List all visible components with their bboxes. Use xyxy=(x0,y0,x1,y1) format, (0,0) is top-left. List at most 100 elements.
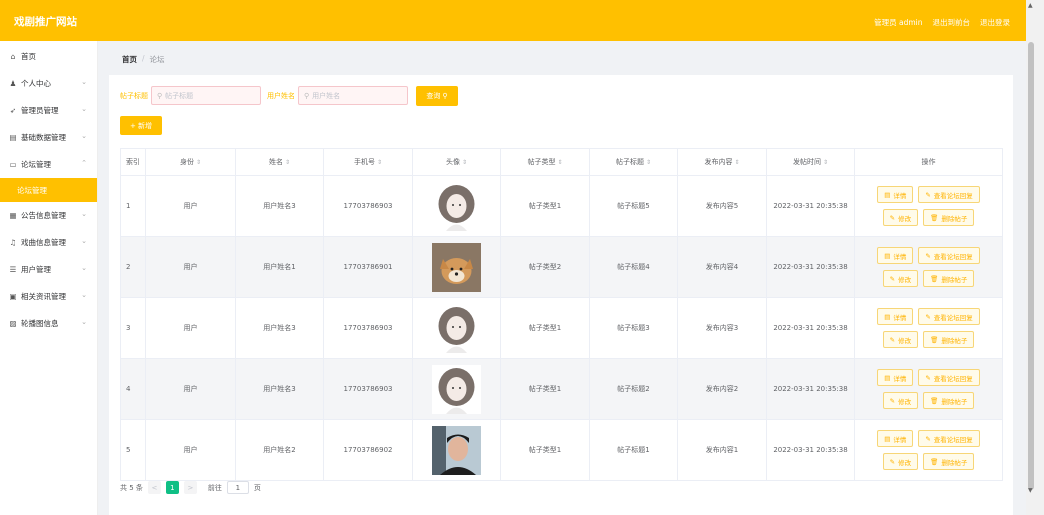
sidebar-item-forum[interactable]: ▭ 论坛管理 ⌃ xyxy=(0,151,97,178)
avatar[interactable] xyxy=(432,425,481,475)
back-to-front-link[interactable]: 退出到前台 xyxy=(933,17,971,28)
chevron-down-icon: ⌄ xyxy=(81,291,87,299)
scroll-down-arrow-icon[interactable]: ▼ xyxy=(1028,487,1033,494)
edit-button[interactable]: ✎ 修改 xyxy=(882,453,919,470)
cell-index: 5 xyxy=(120,419,146,481)
pager-page-unit: 页 xyxy=(253,483,261,492)
image-icon: ▨ xyxy=(9,319,17,328)
sidebar-item-users[interactable]: ☰ 用户管理 ⌄ xyxy=(0,256,97,283)
add-button[interactable]: + 新增 xyxy=(120,116,162,135)
col-header-title[interactable]: 帖子标题 ⇕ xyxy=(589,148,678,176)
sidebar-item-basic-data[interactable]: ▤ 基础数据管理 ⌄ xyxy=(0,124,97,151)
header-actions: 管理员 admin 退出到前台 退出登录 xyxy=(874,17,1010,28)
document-icon: ▤ xyxy=(884,190,891,199)
pager-page-1[interactable]: 1 xyxy=(165,481,179,494)
view-reply-button[interactable]: ✎ 查看论坛回复 xyxy=(918,186,980,203)
breadcrumb-separator: / xyxy=(142,54,145,63)
cell-avatar xyxy=(412,358,501,420)
col-header-role[interactable]: 身份 ⇕ xyxy=(145,148,236,176)
edit-button[interactable]: ✎ 修改 xyxy=(882,270,919,287)
detail-button[interactable]: ▤ 详情 xyxy=(877,430,914,447)
sidebar-item-personal[interactable]: ♟ 个人中心 ⌄ xyxy=(0,70,97,97)
cell-ops: ▤ 详情 ✎ 查看论坛回复 ✎ 修改 🗑 删除帖子 xyxy=(854,236,1003,298)
document-icon: ▤ xyxy=(884,251,891,260)
avatar[interactable] xyxy=(432,181,481,231)
edit-icon: ✎ xyxy=(889,457,896,466)
news-icon: ▣ xyxy=(9,292,17,301)
cell-ops: ▤ 详情 ✎ 查看论坛回复 ✎ 修改 🗑 删除帖子 xyxy=(854,419,1003,481)
table-row: 3 用户 用户姓名3 17703786903 帖子类型1 帖子标题3 发布内容3 2022-0… xyxy=(120,297,1003,359)
detail-button[interactable]: ▤ 详情 xyxy=(877,186,914,203)
cell-avatar xyxy=(412,297,501,359)
sidebar-subitem-forum-manage[interactable]: 论坛管理 xyxy=(0,178,97,202)
col-header-phone[interactable]: 手机号 ⇕ xyxy=(323,148,413,176)
sidebar-item-admin[interactable]: ➶ 管理员管理 ⌄ xyxy=(0,97,97,124)
edit-button[interactable]: ✎ 修改 xyxy=(882,331,919,348)
sidebar-item-opera[interactable]: ♫ 戏曲信息管理 ⌄ xyxy=(0,229,97,256)
sidebar-item-carousel[interactable]: ▨ 轮播图信息 ⌄ xyxy=(0,310,97,337)
document-icon: ▤ xyxy=(884,312,891,321)
detail-button[interactable]: ▤ 详情 xyxy=(877,308,914,325)
menu-icon: ☰ xyxy=(9,265,17,274)
col-header-type[interactable]: 帖子类型 ⇕ xyxy=(500,148,590,176)
cell-content: 发布内容4 xyxy=(677,236,767,298)
sidebar-item-label: 管理员管理 xyxy=(21,106,59,115)
chevron-down-icon: ⌄ xyxy=(81,105,87,113)
trash-icon: 🗑 xyxy=(930,335,939,344)
view-reply-button[interactable]: ✎ 查看论坛回复 xyxy=(918,247,980,264)
col-header-time[interactable]: 发帖时间 ⇕ xyxy=(766,148,855,176)
cell-avatar xyxy=(412,175,501,237)
pager-next-button[interactable]: > xyxy=(183,481,197,494)
edit-icon: ✎ xyxy=(925,251,931,260)
cell-role: 用户 xyxy=(145,358,236,420)
col-header-name[interactable]: 姓名 ⇕ xyxy=(235,148,324,176)
search-icon: ⚲ xyxy=(304,91,310,100)
cell-ops: ▤ 详情 ✎ 查看论坛回复 ✎ 修改 🗑 删除帖子 xyxy=(854,175,1003,237)
delete-post-button[interactable]: 🗑 删除帖子 xyxy=(923,209,975,226)
detail-button[interactable]: ▤ 详情 xyxy=(877,369,914,386)
avatar[interactable] xyxy=(432,242,481,292)
grid-icon: ▦ xyxy=(9,211,17,220)
col-header-content[interactable]: 发布内容 ⇕ xyxy=(677,148,767,176)
search-bar: 帖子标题 ⚲ 帖子标题 用户姓名 ⚲ 用户姓名 查询 ⚲ xyxy=(120,85,458,106)
sidebar-item-label: 基础数据管理 xyxy=(21,133,66,142)
delete-post-button[interactable]: 🗑 删除帖子 xyxy=(923,270,975,287)
view-reply-button[interactable]: ✎ 查看论坛回复 xyxy=(918,308,980,325)
delete-post-button[interactable]: 🗑 删除帖子 xyxy=(923,392,975,409)
cell-content: 发布内容1 xyxy=(677,419,767,481)
logout-link[interactable]: 退出登录 xyxy=(980,17,1010,28)
cell-time: 2022-03-31 20:35:38 xyxy=(766,358,855,420)
delete-post-button[interactable]: 🗑 删除帖子 xyxy=(923,453,975,470)
edit-button[interactable]: ✎ 修改 xyxy=(882,209,919,226)
cell-name: 用户姓名2 xyxy=(235,419,324,481)
scrollbar-thumb[interactable] xyxy=(1028,42,1034,490)
delete-post-button[interactable]: 🗑 删除帖子 xyxy=(923,331,975,348)
pager-prev-button[interactable]: < xyxy=(147,481,161,494)
sidebar-item-notice[interactable]: ▦ 公告信息管理 ⌄ xyxy=(0,202,97,229)
scroll-up-arrow-icon[interactable]: ▲ xyxy=(1028,2,1033,9)
sidebar-item-news[interactable]: ▣ 相关资讯管理 ⌄ xyxy=(0,283,97,310)
user-search-input[interactable]: ⚲ 用户姓名 xyxy=(298,86,408,105)
edit-icon: ✎ xyxy=(925,434,931,443)
chevron-down-icon: ⌄ xyxy=(81,210,87,218)
sidebar-item-label: 用户管理 xyxy=(21,265,51,274)
top-header: 戏剧推广网站 管理员 admin 退出到前台 退出登录 xyxy=(0,0,1026,41)
page-scrollbar[interactable]: ▲ ▼ xyxy=(1026,0,1044,515)
sort-icon: ⇕ xyxy=(734,159,740,166)
sidebar-item-home[interactable]: ⌂ 首页 xyxy=(0,43,97,70)
avatar[interactable] xyxy=(432,364,481,414)
view-reply-button[interactable]: ✎ 查看论坛回复 xyxy=(918,369,980,386)
edit-button[interactable]: ✎ 修改 xyxy=(882,392,919,409)
breadcrumb-home[interactable]: 首页 xyxy=(122,54,137,65)
sort-icon: ⇕ xyxy=(195,159,202,166)
view-reply-button[interactable]: ✎ 查看论坛回复 xyxy=(918,430,980,447)
detail-button[interactable]: ▤ 详情 xyxy=(877,247,914,264)
site-logo[interactable]: 戏剧推广网站 xyxy=(14,14,77,29)
chevron-down-icon: ⌄ xyxy=(81,132,87,140)
col-header-avatar[interactable]: 头像 ⇕ xyxy=(412,148,501,176)
avatar[interactable] xyxy=(432,303,481,353)
pager-goto-input[interactable]: 1 xyxy=(226,481,249,494)
search-button[interactable]: 查询 ⚲ xyxy=(416,85,458,106)
admin-label: 管理员 admin xyxy=(874,18,923,27)
title-search-input[interactable]: ⚲ 帖子标题 xyxy=(151,86,261,105)
